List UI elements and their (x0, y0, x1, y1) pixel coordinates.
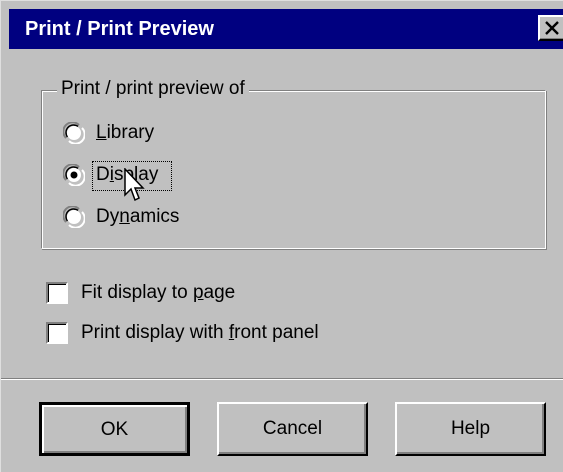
radio-library[interactable] (63, 122, 85, 144)
mouse-pointer-icon (124, 168, 145, 202)
fit-to-page-checkbox[interactable] (46, 282, 68, 304)
radio-library-label[interactable]: Library (96, 122, 154, 144)
close-icon (545, 21, 559, 35)
radio-display[interactable] (63, 164, 85, 186)
print-preview-dialog: Print / Print Preview Print / print prev… (0, 0, 563, 472)
radio-dynamics-label[interactable]: Dynamics (96, 206, 179, 228)
radio-dynamics[interactable] (63, 206, 85, 228)
title-bar[interactable]: Print / Print Preview (9, 9, 563, 49)
cancel-button[interactable]: Cancel (217, 402, 368, 456)
help-button[interactable]: Help (395, 402, 546, 456)
fit-to-page-label[interactable]: Fit display to page (81, 282, 235, 304)
window-title: Print / Print Preview (25, 18, 214, 40)
close-button[interactable] (538, 15, 563, 41)
front-panel-label[interactable]: Print display with front panel (81, 322, 319, 344)
separator-line (1, 378, 563, 380)
ok-button[interactable]: OK (39, 402, 190, 456)
group-label: Print / print preview of (57, 78, 249, 100)
front-panel-checkbox[interactable] (46, 322, 68, 344)
